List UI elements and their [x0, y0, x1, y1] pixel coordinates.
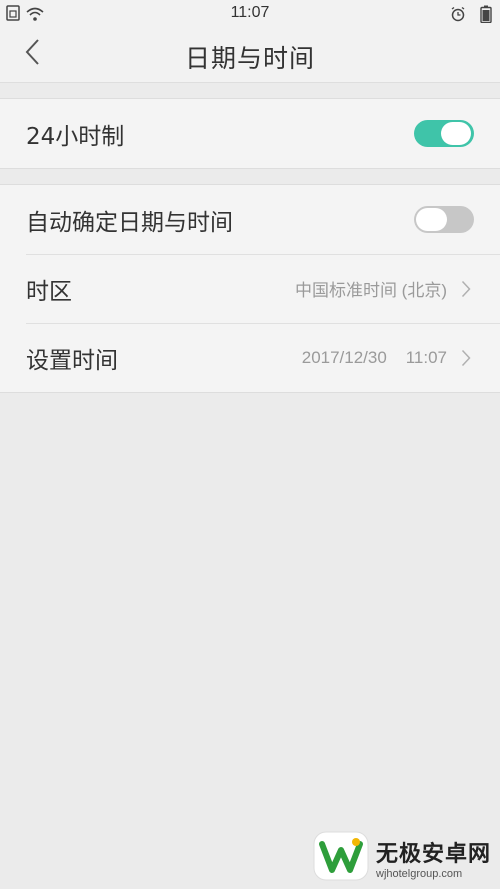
setting-label-timezone: 时区	[26, 278, 72, 305]
setting-row-timezone[interactable]: 时区 中国标准时间 (北京)	[0, 254, 500, 323]
alarm-icon	[450, 6, 466, 26]
watermark-logo-icon	[312, 830, 370, 886]
watermark: 无极安卓网 wjhotelgroup.com	[312, 830, 492, 885]
toggle-24-hour[interactable]	[414, 120, 474, 147]
status-time: 11:07	[230, 4, 270, 21]
battery-icon	[480, 5, 492, 27]
setting-label-auto-datetime: 自动确定日期与时间	[26, 209, 233, 236]
watermark-subtitle: wjhotelgroup.com	[376, 867, 463, 880]
page-title: 日期与时间	[184, 44, 315, 73]
setting-row-auto-datetime[interactable]: 自动确定日期与时间	[0, 185, 500, 254]
setting-label-24-hour: 24小时制	[26, 123, 125, 150]
settings-group-format: 24小时制	[0, 98, 500, 169]
setting-value-set-time: 2017/12/30 11:07	[301, 347, 447, 367]
nav-bar: 日期与时间	[0, 28, 500, 83]
chevron-right-icon	[460, 279, 472, 299]
setting-row-24-hour[interactable]: 24小时制	[0, 99, 500, 168]
toggle-knob	[416, 208, 447, 231]
chevron-right-icon	[460, 348, 472, 368]
watermark-title: 无极安卓网	[376, 841, 492, 867]
toggle-knob	[441, 122, 471, 145]
setting-value-timezone: 中国标准时间 (北京)	[294, 281, 447, 300]
status-right-icons	[450, 5, 492, 27]
settings-group-datetime: 自动确定日期与时间 时区 中国标准时间 (北京) 设置时间 2017/12/30…	[0, 184, 500, 393]
setting-label-set-time: 设置时间	[26, 347, 118, 374]
toggle-auto-datetime[interactable]	[414, 206, 474, 233]
status-bar: 11:07	[0, 0, 500, 28]
setting-row-set-time[interactable]: 设置时间 2017/12/30 11:07	[0, 323, 500, 392]
